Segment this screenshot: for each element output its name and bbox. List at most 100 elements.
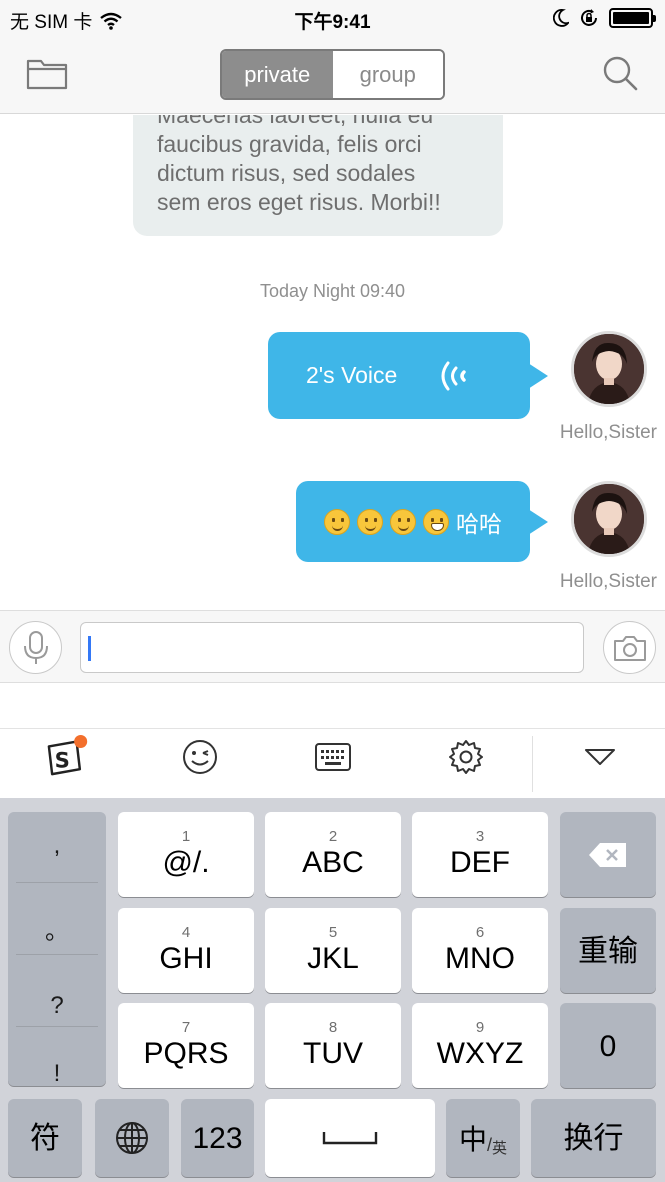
key-label: MNO [445, 942, 515, 975]
symbols-key[interactable]: 符 [8, 1099, 82, 1177]
avatar-portrait-icon [574, 334, 644, 404]
key-label: TUV [303, 1037, 363, 1070]
sender-name: Hello,Sister [559, 571, 657, 592]
message-input-bar [0, 610, 665, 683]
key-label: WXYZ [436, 1037, 524, 1070]
sogou-button[interactable]: S ! [44, 730, 92, 779]
key-number: 9 [475, 1019, 485, 1036]
voice-input-button[interactable] [9, 621, 62, 674]
sogou-logo-icon: S [47, 735, 88, 776]
key-label: GHI [159, 942, 213, 975]
rotation-lock-icon [581, 9, 597, 26]
smile-emoji-icon [390, 508, 416, 535]
language-switch-key[interactable]: 中 / 英 [446, 1099, 520, 1177]
message-text-input[interactable] [80, 622, 584, 673]
smile-emoji-icon [357, 508, 383, 535]
avatar-portrait-icon [574, 484, 644, 554]
incoming-text-bubble[interactable]: Maecenas laoreet, nulla eu faucibus grav… [133, 115, 503, 236]
backspace-key[interactable] [560, 812, 656, 897]
key-number: 2 [328, 828, 338, 845]
key-7[interactable]: 7 PQRS [118, 1003, 254, 1088]
tab-group[interactable]: group [332, 51, 443, 98]
emoji-panel-button[interactable] [178, 735, 222, 779]
wink-emoji-icon [183, 740, 217, 774]
folder-icon[interactable] [26, 56, 68, 90]
divider [0, 728, 665, 729]
key-number: 3 [475, 828, 485, 845]
key-number: 8 [328, 1019, 338, 1036]
key-5[interactable]: 5 JKL [265, 908, 401, 993]
keyboard-icon [315, 743, 351, 771]
key-label: 中 [458, 1124, 487, 1155]
key-label: @/. [162, 846, 210, 879]
space-key[interactable] [265, 1099, 435, 1177]
key-label: 符 [30, 1122, 60, 1155]
keyboard-toolbar: S ! [0, 683, 665, 798]
message-line: sem eros eget risus. Morbi!! [157, 189, 441, 215]
key-9[interactable]: 9 WXYZ [412, 1003, 548, 1088]
key-label: 重输 [578, 934, 638, 968]
key-number: 6 [475, 924, 485, 941]
globe-key[interactable] [95, 1099, 169, 1177]
punct-key-period[interactable]: 。 [8, 894, 106, 962]
punct-key-exclamation[interactable]: ! [8, 1044, 106, 1104]
message-timestamp: Today Night 09:40 [259, 281, 406, 301]
key-label: 0 [599, 1029, 617, 1063]
key-sublabel: 英 [492, 1139, 508, 1157]
hide-keyboard-button[interactable] [578, 735, 622, 779]
backspace-icon [589, 842, 626, 867]
gear-icon [449, 740, 483, 774]
voice-message-bubble[interactable]: 2's Voice [268, 332, 548, 419]
key-label: JKL [307, 942, 359, 975]
message-line: dictum risus, sed sodales [157, 160, 416, 186]
chat-type-segmented-control: private group [220, 49, 445, 100]
microphone-icon [23, 630, 48, 664]
avatar[interactable] [571, 331, 647, 407]
key-0[interactable]: 0 [560, 1003, 656, 1088]
chat-message-list[interactable]: Maecenas laoreet, nulla eu faucibus grav… [0, 115, 665, 610]
key-number: 5 [328, 924, 338, 941]
globe-icon [116, 1122, 148, 1154]
punct-key-comma[interactable]: , [8, 812, 106, 880]
camera-icon [613, 635, 646, 661]
space-bar-icon [322, 1132, 378, 1145]
key-3[interactable]: 3 DEF [412, 812, 548, 897]
divider [16, 954, 98, 955]
status-bar: 无 SIM 卡 下午9:41 [0, 0, 665, 38]
svg-text:S: S [55, 748, 70, 773]
sender-name: Hello,Sister [559, 422, 657, 443]
key-label: DEF [450, 846, 510, 879]
moon-icon [553, 9, 569, 27]
key-6[interactable]: 6 MNO [412, 908, 548, 993]
key-1[interactable]: 1 @/. [118, 812, 254, 897]
grin-emoji-icon [423, 508, 449, 535]
key-2[interactable]: 2 ABC [265, 812, 401, 897]
numbers-key[interactable]: 123 [181, 1099, 254, 1177]
key-label: 换行 [563, 1122, 624, 1155]
voice-wave-icon [441, 361, 466, 391]
punctuation-column: , 。 ? ! [8, 812, 106, 1087]
reenter-key[interactable]: 重输 [560, 908, 656, 993]
emoji-message-text: 哈哈 [456, 510, 502, 537]
avatar[interactable] [571, 481, 647, 557]
newline-key[interactable]: 换行 [531, 1099, 656, 1177]
keyboard-switch-button[interactable] [311, 735, 355, 779]
tab-private[interactable]: private [222, 51, 333, 98]
settings-button[interactable] [444, 735, 488, 779]
camera-button[interactable] [603, 621, 656, 674]
notification-badge: ! [88, 730, 92, 744]
key-4[interactable]: 4 GHI [118, 908, 254, 993]
key-label: 123 [192, 1122, 243, 1155]
divider [532, 736, 533, 792]
key-number: 7 [181, 1019, 191, 1036]
search-icon[interactable] [601, 54, 639, 92]
divider [16, 1026, 98, 1027]
key-label: PQRS [143, 1037, 229, 1070]
nav-bar: private group [0, 38, 665, 114]
key-8[interactable]: 8 TUV [265, 1003, 401, 1088]
text-caret [88, 636, 91, 661]
emoji-message-bubble[interactable]: 哈哈 [296, 481, 548, 562]
punct-key-question[interactable]: ? [8, 972, 106, 1040]
t9-keyboard: , 。 ? ! 1 @/. 2 ABC 3 DEF 4 GHI 5 JKL 6 … [0, 798, 665, 1182]
chevron-down-icon [585, 749, 615, 765]
